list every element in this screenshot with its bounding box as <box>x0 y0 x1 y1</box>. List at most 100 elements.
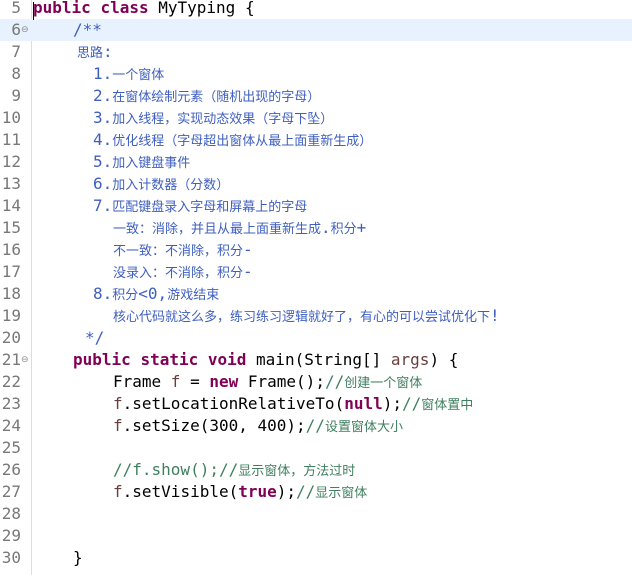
code-line[interactable]: 15 一致：消除，并且从最上面重新生成.积分+ <box>0 217 632 239</box>
code-token: f <box>170 372 181 391</box>
code-line[interactable]: 8 1.一个窗体 <box>0 63 632 85</box>
line-number: 9 <box>11 86 21 105</box>
line-code: f.setLocationRelativeTo(null);//窗体置中 <box>113 393 473 417</box>
line-number: 29 <box>1 526 21 545</box>
line-number: 20 <box>1 328 21 347</box>
line-number: 12 <box>1 152 21 171</box>
code-token: 核心代码就这么多，练习练习逻辑就好了，有心的可以尝试优化下! <box>113 306 500 325</box>
line-number: 11 <box>1 130 21 149</box>
code-token: ) { <box>429 350 459 369</box>
code-token: ); <box>276 482 297 501</box>
line-code: 3.加入线程，实现动态效果（字母下坠） <box>93 107 333 131</box>
code-token: 一致：消除，并且从最上面重新生成.积分+ <box>113 218 367 237</box>
code-line[interactable]: 11 4.优化线程（字母超出窗体从最上面重新生成） <box>0 129 632 151</box>
line-number: 15 <box>1 218 21 237</box>
line-code: 一致：消除，并且从最上面重新生成.积分+ <box>113 217 366 241</box>
code-token: 5.加入键盘事件 <box>93 152 191 171</box>
line-code: 2.在窗体绘制元素（随机出现的字母） <box>93 85 320 109</box>
code-line[interactable]: 5 public class MyTyping { <box>0 0 632 19</box>
code-line[interactable]: 18 8.积分<0,游戏结束 <box>0 283 632 305</box>
code-token: //窗体置中 <box>402 394 474 413</box>
code-token: 1.一个窗体 <box>93 64 165 83</box>
code-line[interactable]: 22 Frame f = new Frame();//创建一个窗体 <box>0 371 632 393</box>
line-code: f.setVisible(true);//显示窗体 <box>113 481 367 505</box>
line-code: 没录入：不消除，积分- <box>113 261 253 285</box>
line-code: 6.加入计数器（分数） <box>93 173 229 197</box>
code-token: public <box>33 0 91 17</box>
line-number: 28 <box>1 504 21 523</box>
code-editor[interactable]: 5 public class MyTyping {6 ⊖/** 7 思路: 8 1.一个窗体… <box>0 0 632 575</box>
code-token: 4.优化线程（字母超出窗体从最上面重新生成） <box>93 130 373 149</box>
code-line[interactable]: 25 <box>0 437 632 459</box>
line-number: 7 <box>11 42 21 61</box>
code-line[interactable]: 24 f.setSize(300, 400);//设置窗体大小 <box>0 415 632 437</box>
code-token: 2.在窗体绘制元素（随机出现的字母） <box>93 86 321 105</box>
code-token: = <box>180 372 210 391</box>
code-token: //显示窗体 <box>296 482 368 501</box>
code-token: static <box>140 350 199 369</box>
line-code: 5.加入键盘事件 <box>93 151 190 175</box>
code-token: null <box>344 394 383 413</box>
code-token: 6.加入计数器（分数） <box>93 174 230 193</box>
code-line[interactable]: 19 核心代码就这么多，练习练习逻辑就好了，有心的可以尝试优化下! <box>0 305 632 327</box>
line-number: 16 <box>1 240 21 259</box>
code-line[interactable]: 13 6.加入计数器（分数） <box>0 173 632 195</box>
code-token: args <box>390 350 430 369</box>
code-line[interactable]: 27 f.setVisible(true);//显示窗体 <box>0 481 632 503</box>
line-code: public class MyTyping { <box>33 0 255 19</box>
code-line[interactable]: 12 5.加入键盘事件 <box>0 151 632 173</box>
code-token: /** <box>73 20 102 39</box>
code-line[interactable]: 21 ⊖ public static void main(String[] args… <box>0 349 632 371</box>
code-line[interactable]: 7 思路: <box>0 41 632 63</box>
line-code: f.setSize(300, 400);//设置窗体大小 <box>113 415 403 439</box>
code-token: class <box>100 0 149 17</box>
code-token: //f.show();//显示窗体，方法过时 <box>113 460 356 479</box>
code-line[interactable]: 17 没录入：不消除，积分- <box>0 261 632 283</box>
code-line[interactable]: 28 <box>0 503 632 525</box>
fold-collapse-icon[interactable]: ⊖ <box>21 24 29 36</box>
code-token: .setSize(300, 400); <box>122 416 306 435</box>
code-line[interactable]: 16 不一致：不消除，积分- <box>0 239 632 261</box>
line-number: 23 <box>1 394 21 413</box>
code-token: } <box>73 548 83 567</box>
line-number: 5 <box>11 0 21 17</box>
line-code: /** <box>73 19 102 41</box>
line-number: 22 <box>1 372 21 391</box>
line-number: 24 <box>1 416 21 435</box>
line-number: 14 <box>1 196 21 215</box>
code-token: 3.加入线程，实现动态效果（字母下坠） <box>93 108 334 127</box>
code-line[interactable]: 26 //f.show();//显示窗体，方法过时 <box>0 459 632 481</box>
code-line[interactable]: 20 */ <box>0 327 632 349</box>
code-line[interactable]: 14 7.匹配键盘录入字母和屏幕上的字母 <box>0 195 632 217</box>
line-code: } <box>73 547 83 569</box>
code-token: 思路: <box>77 42 113 61</box>
line-number: 25 <box>1 438 21 457</box>
line-code: */ <box>85 327 104 349</box>
code-token: 7.匹配键盘录入字母和屏幕上的字母 <box>93 196 308 215</box>
fold-collapse-icon[interactable]: ⊖ <box>21 354 29 366</box>
code-line[interactable]: 30} <box>0 547 632 569</box>
code-line[interactable]: 6 ⊖ /** <box>0 19 632 41</box>
code-line[interactable]: 23 f.setLocationRelativeTo(null);//窗体置中 <box>0 393 632 415</box>
code-token: void <box>207 350 247 369</box>
code-token: f <box>113 482 123 501</box>
line-number: 8 <box>11 64 21 83</box>
code-token: public <box>73 350 131 369</box>
code-line[interactable]: 10 3.加入线程，实现动态效果（字母下坠） <box>0 107 632 129</box>
code-token: f <box>113 416 123 435</box>
line-number: 10 <box>1 108 21 127</box>
code-line[interactable]: 29 <box>0 525 632 547</box>
code-token: true <box>238 482 277 501</box>
line-number: 27 <box>1 482 21 501</box>
line-number: 13 <box>1 174 21 193</box>
code-token: MyTyping { <box>148 0 255 17</box>
line-number: 21 <box>1 350 21 369</box>
code-token: main(String[] <box>246 350 391 369</box>
code-token: Frame <box>113 372 171 391</box>
code-token: .setLocationRelativeTo( <box>122 394 345 413</box>
line-code: 1.一个窗体 <box>93 63 164 87</box>
line-number: 30 <box>1 548 21 567</box>
code-line[interactable]: 9 2.在窗体绘制元素（随机出现的字母） <box>0 85 632 107</box>
